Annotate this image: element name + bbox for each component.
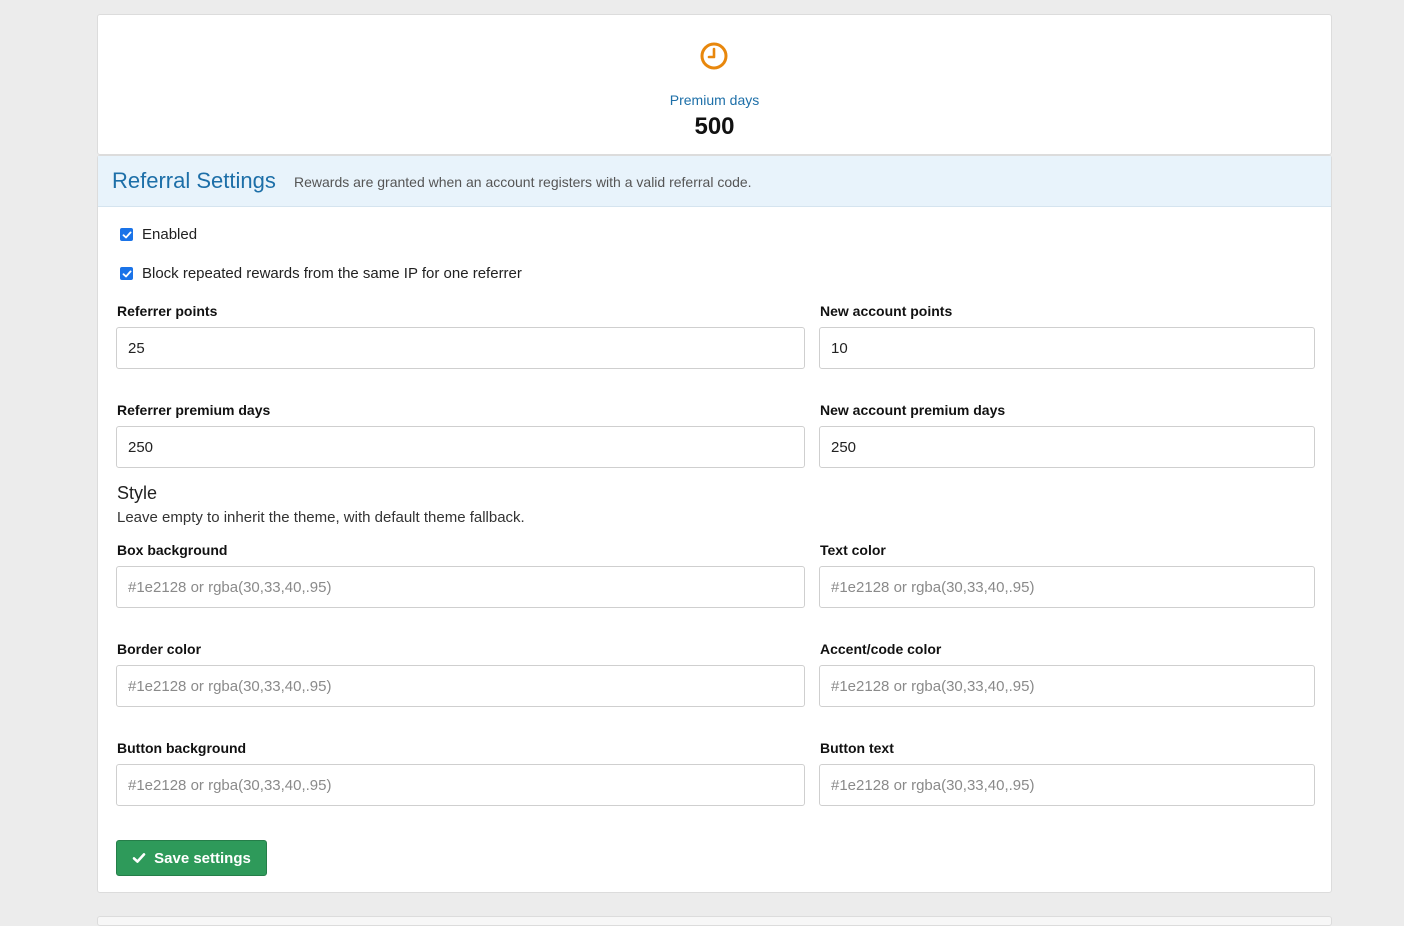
panel-title: Referral Settings xyxy=(112,168,276,193)
premium-days-card: Premium days 500 xyxy=(97,14,1332,155)
check-icon xyxy=(132,853,146,863)
style-section-title: Style xyxy=(117,483,158,503)
stat-value: 500 xyxy=(694,113,735,140)
block-ip-option[interactable]: Block repeated rewards from the same IP … xyxy=(120,265,522,282)
block-ip-checkbox[interactable] xyxy=(120,267,133,280)
button-text-input[interactable] xyxy=(819,764,1315,806)
referral-settings-panel: Referral Settings Rewards are granted wh… xyxy=(97,155,1332,893)
box-background-label: Box background xyxy=(117,542,228,558)
referrer-points-label: Referrer points xyxy=(117,303,218,319)
panel-description: Rewards are granted when an account regi… xyxy=(294,174,752,190)
new-account-points-label: New account points xyxy=(820,303,953,319)
box-background-input[interactable] xyxy=(116,566,805,608)
style-section-description: Leave empty to inherit the theme, with d… xyxy=(117,509,525,526)
next-panel-edge xyxy=(97,916,1332,926)
border-color-input[interactable] xyxy=(116,665,805,707)
panel-header: Referral Settings Rewards are granted wh… xyxy=(98,156,1331,207)
accent-color-label: Accent/code color xyxy=(820,641,942,657)
new-account-points-input[interactable] xyxy=(819,327,1315,369)
block-ip-label: Block repeated rewards from the same IP … xyxy=(142,265,522,282)
referrer-points-input[interactable] xyxy=(116,327,805,369)
text-color-input[interactable] xyxy=(819,566,1315,608)
button-background-label: Button background xyxy=(117,740,247,756)
text-color-label: Text color xyxy=(820,542,886,558)
enabled-label: Enabled xyxy=(142,226,198,243)
referrer-premium-days-label: Referrer premium days xyxy=(117,402,271,418)
clock-icon xyxy=(700,42,728,70)
checkmark-icon xyxy=(122,231,131,238)
new-account-premium-days-label: New account premium days xyxy=(820,402,1006,418)
checkmark-icon xyxy=(122,270,131,277)
referrer-premium-days-input[interactable] xyxy=(116,426,805,468)
enabled-option[interactable]: Enabled xyxy=(120,226,197,243)
save-settings-button[interactable]: Save settings xyxy=(116,840,267,876)
save-settings-label: Save settings xyxy=(154,849,251,867)
button-background-input[interactable] xyxy=(116,764,805,806)
stat-label: Premium days xyxy=(669,92,760,108)
border-color-label: Border color xyxy=(117,641,202,657)
button-text-label: Button text xyxy=(820,740,894,756)
enabled-checkbox[interactable] xyxy=(120,228,133,241)
new-account-premium-days-input[interactable] xyxy=(819,426,1315,468)
accent-color-input[interactable] xyxy=(819,665,1315,707)
